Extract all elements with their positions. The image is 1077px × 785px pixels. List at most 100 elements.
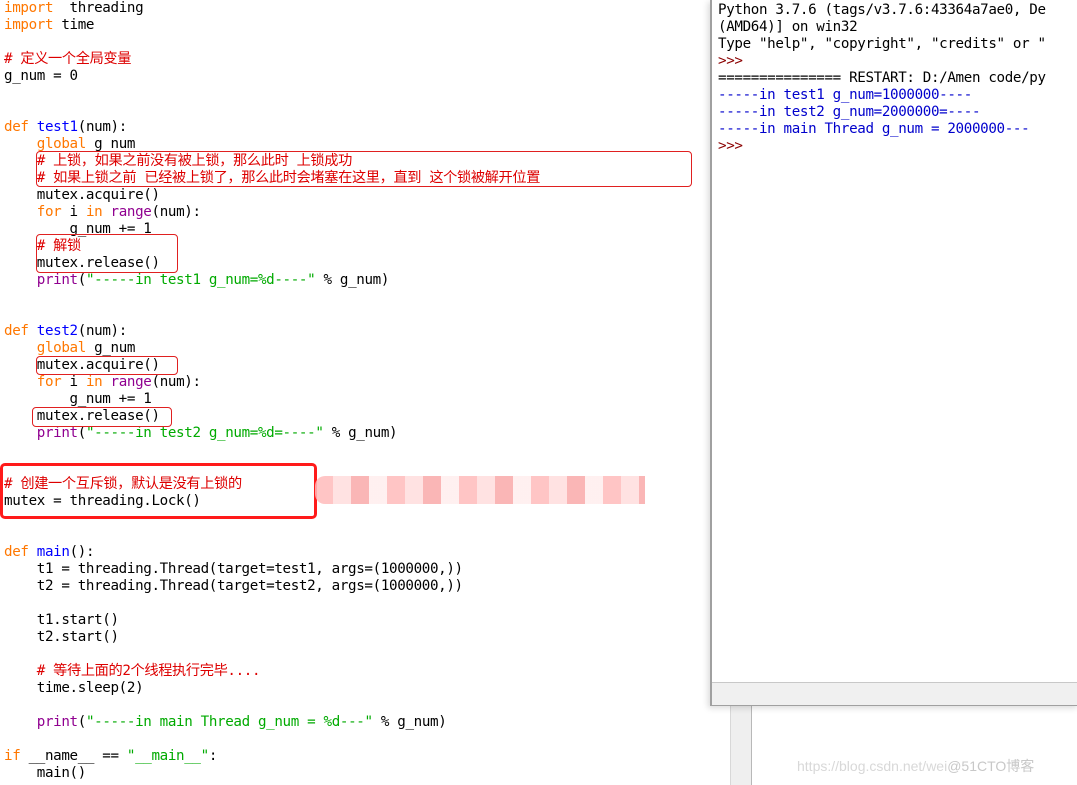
code-token: (num): (151, 374, 202, 390)
code-token: # 定义一个全局变量 (4, 51, 132, 67)
watermark-url: https://blog.csdn.net/wei (797, 758, 948, 774)
code-token: : (208, 748, 218, 764)
code-line[interactable]: t1.start() (4, 612, 119, 629)
code-token: ( (77, 272, 87, 288)
code-line[interactable]: # 等待上面的2个线程执行完毕.... (4, 663, 261, 680)
code-token: if (4, 748, 21, 764)
code-token: time.sleep(2) (4, 680, 144, 696)
code-line[interactable]: t2.start() (4, 629, 119, 646)
shell-line: -----in main Thread g_num = 2000000--- (718, 121, 1030, 137)
shell-line: Python 3.7.6 (tags/v3.7.6:43364a7ae0, De (718, 2, 1046, 18)
code-line[interactable]: for i in range(num): (4, 204, 201, 221)
code-line[interactable]: print("-----in main Thread g_num = %d---… (4, 714, 447, 731)
code-line[interactable]: print("-----in test1 g_num=%d----" % g_n… (4, 272, 390, 289)
code-token: def (4, 119, 29, 135)
code-editor[interactable]: import threading import time # 定义一个全局变量 g_n… (0, 0, 710, 785)
code-token: (num): (151, 204, 202, 220)
code-token: (): (69, 544, 95, 560)
code-token: t1 = threading.Thread(target=test1, args… (4, 561, 463, 577)
code-token: def (4, 323, 29, 339)
code-line[interactable]: g_num = 0 (4, 68, 78, 85)
shell-prompt: >>> (718, 53, 743, 69)
code-line[interactable]: t2 = threading.Thread(target=test2, args… (4, 578, 463, 595)
code-token: range (110, 204, 152, 220)
annotation-box-unlock (36, 234, 178, 273)
code-token: print (36, 425, 78, 441)
code-token: range (110, 374, 152, 390)
code-token: for (36, 204, 62, 220)
code-line[interactable]: def main(): (4, 544, 94, 561)
code-token: import (4, 17, 54, 33)
code-token: "-----in main Thread g_num = %d---" (85, 714, 373, 730)
code-token: % g_num) (372, 714, 447, 730)
code-line[interactable]: for i in range(num): (4, 374, 201, 391)
shell-line: -----in test1 g_num=1000000---- (718, 87, 972, 103)
code-line[interactable]: mutex.acquire() (4, 187, 160, 204)
watermark: https://blog.csdn.net/wei@51CTO博客 (797, 756, 1034, 776)
code-token: (num): (77, 323, 128, 339)
watermark-brand: @51CTO博客 (947, 758, 1035, 774)
code-token: time (53, 17, 95, 33)
code-token: % g_num) (323, 425, 398, 441)
code-token: mutex.acquire() (4, 187, 160, 203)
code-line[interactable]: time.sleep(2) (4, 680, 144, 697)
code-token: for (36, 374, 62, 390)
python-shell-window[interactable]: Python 3.7.6 (tags/v3.7.6:43364a7ae0, De… (710, 0, 1077, 706)
code-line[interactable]: import threading (4, 0, 144, 17)
code-line[interactable]: global g_num (4, 340, 136, 357)
code-token: i (61, 374, 86, 390)
code-line[interactable]: def test2(num): (4, 323, 127, 340)
code-token: in (85, 204, 103, 220)
redacted-region (315, 476, 645, 504)
code-token: t2 = threading.Thread(target=test2, args… (4, 578, 463, 594)
code-token: (num): (77, 119, 128, 135)
annotation-box-test2-acquire (36, 356, 178, 375)
code-token: ( (77, 714, 87, 730)
code-token: print (36, 272, 78, 288)
code-token: g_num += 1 (4, 391, 152, 407)
code-token: test2 (36, 323, 78, 339)
code-token: print (36, 714, 78, 730)
code-token: global (36, 136, 87, 152)
code-token: t2.start() (4, 629, 119, 645)
code-token: # 等待上面的2个线程执行完毕.... (36, 663, 261, 679)
code-token: __name__ == (20, 748, 127, 764)
shell-line: -----in test2 g_num=2000000=---- (718, 104, 981, 120)
code-line[interactable]: g_num += 1 (4, 391, 152, 408)
code-line[interactable]: print("-----in test2 g_num=%d=----" % g_… (4, 425, 398, 442)
code-token: "__main__" (126, 748, 209, 764)
code-line[interactable]: # 定义一个全局变量 (4, 51, 131, 68)
shell-line: Type "help", "copyright", "credits" or " (718, 36, 1046, 52)
code-token: t1.start() (4, 612, 119, 628)
annotation-box-test2-release (32, 407, 172, 427)
code-token: def (4, 544, 29, 560)
code-token: g_num = 0 (4, 68, 78, 84)
code-line[interactable]: import time (4, 17, 94, 34)
code-token: main() (4, 765, 87, 781)
code-token: import (4, 0, 54, 16)
annotation-box-lock-comment (36, 151, 692, 187)
code-line[interactable]: main() (4, 765, 87, 782)
code-token: threading (53, 0, 144, 16)
code-token: in (85, 374, 103, 390)
code-line[interactable]: def test1(num): (4, 119, 127, 136)
shell-prompt: >>> (718, 138, 743, 154)
code-token: test1 (36, 119, 78, 135)
code-token: ( (77, 425, 87, 441)
code-line[interactable]: if __name__ == "__main__": (4, 748, 217, 765)
code-line[interactable]: t1 = threading.Thread(target=test1, args… (4, 561, 463, 578)
code-token: i (61, 204, 86, 220)
